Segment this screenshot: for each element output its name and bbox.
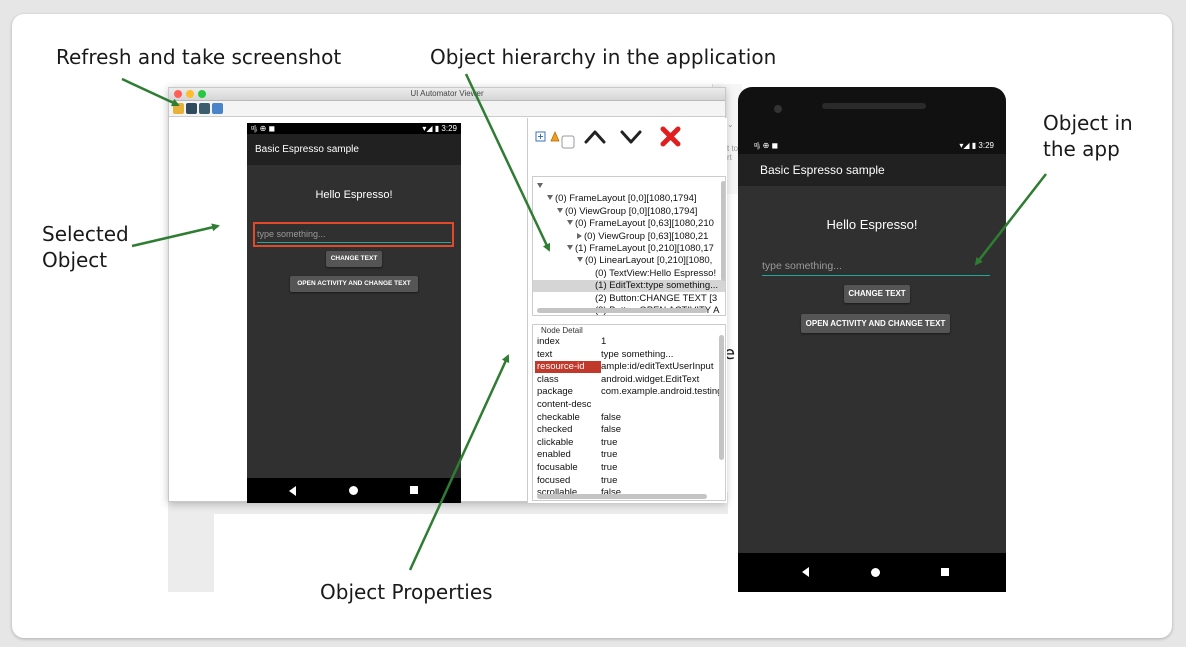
arrow-hierarchy: [464, 73, 551, 252]
arrow-object-in-app: [974, 173, 1047, 266]
arrow-properties: [408, 354, 510, 571]
arrow-refresh: [121, 77, 180, 107]
figure-card: ⌄ t to rt e Refresh and take screenshot …: [12, 14, 1172, 638]
annotation-arrows: [121, 73, 1047, 571]
arrow-selected-object: [131, 223, 220, 248]
